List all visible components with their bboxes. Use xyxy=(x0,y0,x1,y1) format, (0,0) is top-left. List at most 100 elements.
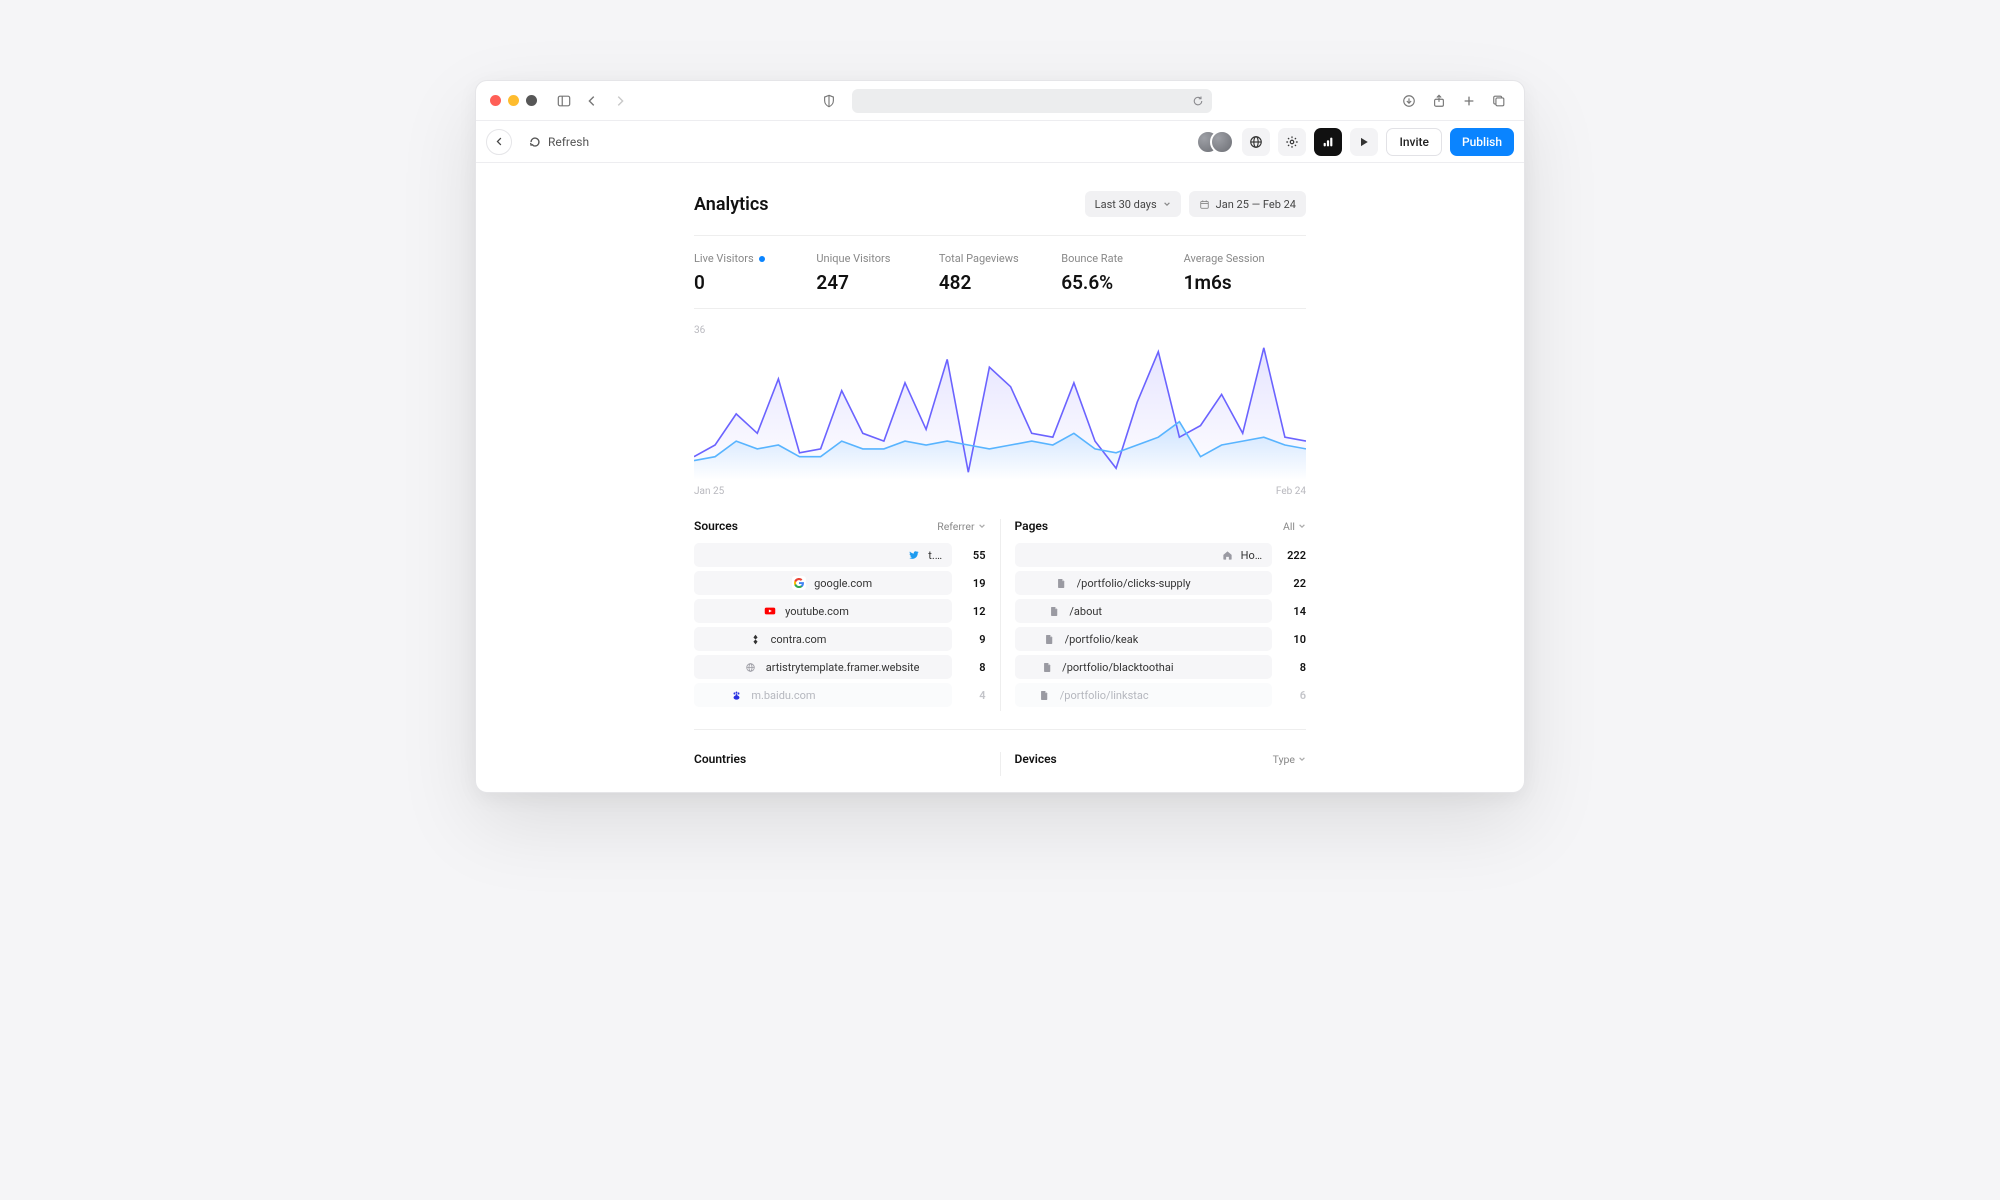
list-item[interactable]: artistrytemplate.framer.website 8 xyxy=(694,655,986,679)
pages-title: Pages xyxy=(1015,519,1049,533)
list-item[interactable]: contra.com 9 xyxy=(694,627,986,651)
list-item[interactable]: google.com19 xyxy=(694,571,986,595)
reload-icon[interactable] xyxy=(1192,95,1204,107)
page-icon xyxy=(1040,660,1054,674)
youtube-icon xyxy=(763,604,777,618)
analytics-button[interactable] xyxy=(1314,128,1342,156)
list-item[interactable]: youtube.com12 xyxy=(694,599,986,623)
collaborator-avatars[interactable] xyxy=(1196,130,1234,154)
publish-button[interactable]: Publish xyxy=(1450,128,1514,156)
list-item-chip: google.com xyxy=(694,571,952,595)
page-icon xyxy=(1038,688,1052,702)
avatar[interactable] xyxy=(1210,130,1234,154)
nav-forward-icon[interactable] xyxy=(609,90,631,112)
play-icon xyxy=(1358,136,1370,148)
globe-icon xyxy=(744,660,758,674)
nav-back-icon[interactable] xyxy=(581,90,603,112)
chevron-down-icon xyxy=(1298,755,1306,763)
list-item-label: /portfolio/clicks-supply xyxy=(1077,577,1191,590)
list-item[interactable]: Home 222 xyxy=(1015,543,1307,567)
list-item-label: google.com xyxy=(814,577,872,590)
list-item-value: 6 xyxy=(1280,689,1306,702)
list-item[interactable]: m.baidu.com 4 xyxy=(694,683,986,707)
metric-value: 482 xyxy=(939,271,1061,294)
settings-button[interactable] xyxy=(1278,128,1306,156)
list-item-value: 9 xyxy=(960,633,986,646)
metric-label: Unique Visitors xyxy=(816,252,938,265)
zoom-dot[interactable] xyxy=(526,95,537,106)
list-item-value: 8 xyxy=(960,661,986,674)
list-item-value: 222 xyxy=(1280,549,1306,562)
metric-card: Live Visitors0 xyxy=(694,252,816,294)
list-item-chip: /portfolio/keak xyxy=(1015,627,1273,651)
google-icon xyxy=(792,576,806,590)
list-item-label: youtube.com xyxy=(785,605,849,618)
content-area: Analytics Last 30 days Jan 25 — Feb 24 L… xyxy=(476,163,1524,792)
list-item-label: Home xyxy=(1241,549,1264,562)
list-item[interactable]: /portfolio/blacktoothai8 xyxy=(1015,655,1307,679)
preview-button[interactable] xyxy=(1350,128,1378,156)
metrics-row: Live Visitors0Unique Visitors247Total Pa… xyxy=(694,252,1306,294)
date-range-picker[interactable]: Jan 25 — Feb 24 xyxy=(1189,191,1306,217)
chevron-down-icon xyxy=(1163,200,1171,208)
list-item-chip: artistrytemplate.framer.website xyxy=(694,655,952,679)
gear-icon xyxy=(1285,135,1299,149)
shield-icon[interactable] xyxy=(818,90,840,112)
app-back-button[interactable] xyxy=(486,129,512,155)
calendar-icon xyxy=(1199,199,1210,210)
address-bar[interactable] xyxy=(852,89,1212,113)
close-dot[interactable] xyxy=(490,95,501,106)
range-preset-dropdown[interactable]: Last 30 days xyxy=(1085,191,1181,217)
list-item-label: /about xyxy=(1069,605,1102,618)
app-toolbar: Refresh Invite Publish xyxy=(476,121,1524,163)
list-item-label: artistrytemplate.framer.website xyxy=(766,661,920,674)
metric-card: Bounce Rate65.6% xyxy=(1061,252,1183,294)
minimize-dot[interactable] xyxy=(508,95,519,106)
chevron-down-icon xyxy=(978,522,986,530)
metric-card: Total Pageviews482 xyxy=(939,252,1061,294)
download-icon[interactable] xyxy=(1398,90,1420,112)
share-icon[interactable] xyxy=(1428,90,1450,112)
globe-icon xyxy=(1249,135,1263,149)
page-icon xyxy=(1047,604,1061,618)
chevron-down-icon xyxy=(1298,522,1306,530)
twitter-icon xyxy=(908,548,920,562)
new-tab-icon[interactable] xyxy=(1458,90,1480,112)
list-item[interactable]: t.co55 xyxy=(694,543,986,567)
list-item-chip: youtube.com xyxy=(694,599,952,623)
devices-filter-dropdown[interactable]: Type xyxy=(1273,753,1306,766)
invite-button[interactable]: Invite xyxy=(1386,128,1442,156)
refresh-icon xyxy=(528,135,542,149)
analytics-chart: 36 Jan 25 Feb 24 xyxy=(694,325,1306,497)
refresh-label: Refresh xyxy=(548,135,589,149)
list-item-value: 4 xyxy=(960,689,986,702)
list-item-label: m.baidu.com xyxy=(751,689,815,702)
tabs-icon[interactable] xyxy=(1488,90,1510,112)
list-item[interactable]: /portfolio/linkstac 6 xyxy=(1015,683,1307,707)
page-icon xyxy=(1055,576,1069,590)
chart-y-max-label: 36 xyxy=(694,325,1306,336)
chart-x-start-label: Jan 25 xyxy=(694,486,724,497)
list-item-label: /portfolio/linkstac xyxy=(1060,689,1149,702)
list-item[interactable]: /portfolio/clicks-supply22 xyxy=(1015,571,1307,595)
globe-button[interactable] xyxy=(1242,128,1270,156)
list-item-value: 10 xyxy=(1280,633,1306,646)
list-item-chip: /about xyxy=(1015,599,1273,623)
chart-x-end-label: Feb 24 xyxy=(1276,486,1306,497)
list-item-chip: contra.com xyxy=(694,627,952,651)
countries-title: Countries xyxy=(694,752,746,766)
pages-filter-dropdown[interactable]: All xyxy=(1283,520,1306,533)
baidu-icon xyxy=(729,688,743,702)
home-icon xyxy=(1222,548,1233,562)
list-item-label: contra.com xyxy=(771,633,827,646)
sources-filter-dropdown[interactable]: Referrer xyxy=(937,520,985,533)
chart-canvas xyxy=(694,340,1306,480)
list-item-chip: m.baidu.com xyxy=(694,683,952,707)
list-item-value: 55 xyxy=(960,549,986,562)
list-item-chip: /portfolio/linkstac xyxy=(1015,683,1273,707)
list-item[interactable]: /about14 xyxy=(1015,599,1307,623)
sidebar-toggle-icon[interactable] xyxy=(553,90,575,112)
app-window: Refresh Invite Publish xyxy=(475,80,1525,793)
refresh-button[interactable]: Refresh xyxy=(520,131,597,153)
list-item[interactable]: /portfolio/keak 10 xyxy=(1015,627,1307,651)
